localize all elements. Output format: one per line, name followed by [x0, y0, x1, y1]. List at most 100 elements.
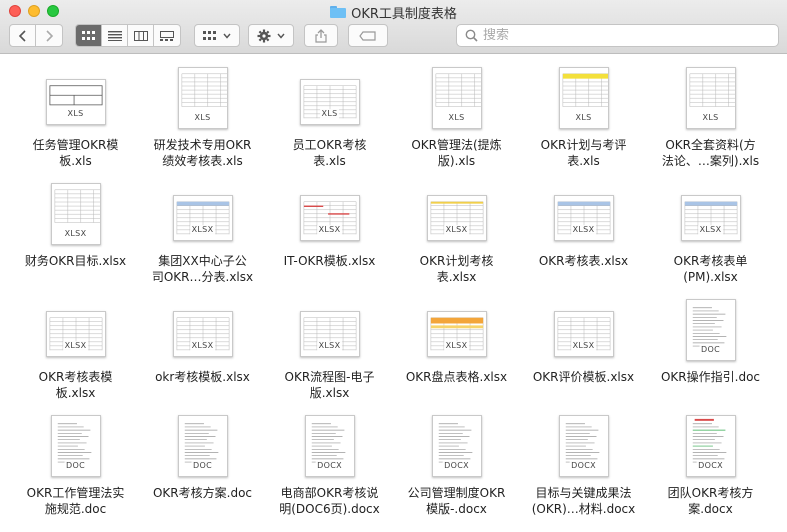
file-thumbnail[interactable]: DOC [679, 297, 743, 361]
file-name-label[interactable]: OKR操作指引.doc [653, 369, 769, 385]
file-type-badge: XLSX [316, 341, 343, 351]
file-name-label[interactable]: 财务OKR目标.xlsx [18, 253, 134, 269]
file-item[interactable]: XLS 任务管理OKR模 板.xls [12, 65, 139, 181]
file-name-label[interactable]: 电商部OKR考核说 明(DOC6页).docx [272, 485, 388, 517]
file-item[interactable]: XLSX OKR评价模板.xlsx [520, 297, 647, 413]
file-thumbnail[interactable]: XLS [679, 65, 743, 129]
file-name-label[interactable]: okr考核模板.xlsx [145, 369, 261, 385]
file-thumbnail[interactable]: XLSX [171, 181, 235, 245]
file-thumbnail[interactable]: XLS [298, 65, 362, 129]
column-view-button[interactable] [128, 25, 154, 46]
back-button[interactable] [10, 25, 36, 46]
file-name-label[interactable]: OKR考核表模 板.xlsx [18, 369, 134, 401]
file-thumbnail[interactable]: XLS [44, 65, 108, 129]
file-thumbnail[interactable]: XLS [171, 65, 235, 129]
document-icon: XLSX [45, 311, 106, 357]
file-type-badge: DOCX [315, 461, 344, 471]
file-item[interactable]: DOC OKR考核方案.doc [139, 413, 266, 529]
document-icon: XLSX [299, 311, 360, 357]
file-name-label[interactable]: OKR考核方案.doc [145, 485, 261, 501]
file-grid: XLS 任务管理OKR模 板.xls XLS 研发技术专用OKR 绩效考核表.xls X… [0, 55, 787, 532]
file-item[interactable]: XLSX okr考核模板.xlsx [139, 297, 266, 413]
file-item[interactable]: DOCX 公司管理制度OKR 模版-.docx [393, 413, 520, 529]
file-type-badge: DOC [191, 461, 214, 471]
search-field[interactable] [456, 24, 779, 47]
file-name-label[interactable]: 员工OKR考核 表.xls [272, 137, 388, 169]
action-button[interactable] [248, 24, 294, 47]
file-name-label[interactable]: OKR计划考核 表.xlsx [399, 253, 515, 285]
file-item[interactable]: XLSX IT-OKR模板.xlsx [266, 181, 393, 297]
file-item[interactable]: DOC OKR操作指引.doc [647, 297, 774, 413]
file-item[interactable]: XLS OKR计划与考评 表.xls [520, 65, 647, 181]
search-input[interactable] [483, 28, 763, 43]
list-icon [107, 30, 122, 41]
file-item[interactable]: XLSX OKR计划考核 表.xlsx [393, 181, 520, 297]
file-item[interactable]: XLSX OKR盘点表格.xlsx [393, 297, 520, 413]
file-item[interactable]: XLS OKR全套资料(方 法论、…案列).xls [647, 65, 774, 181]
file-item[interactable]: XLSX OKR考核表.xlsx [520, 181, 647, 297]
file-name-label[interactable]: OKR管理法(提炼 版).xls [399, 137, 515, 169]
document-icon: XLSX [426, 311, 487, 357]
list-view-button[interactable] [102, 25, 128, 46]
file-thumbnail[interactable]: XLSX [552, 181, 616, 245]
file-item[interactable]: DOCX 电商部OKR考核说 明(DOC6页).docx [266, 413, 393, 529]
file-name-label[interactable]: OKR考核表单 (PM).xlsx [653, 253, 769, 285]
share-button[interactable] [304, 24, 338, 47]
file-type-badge: XLS [573, 113, 594, 123]
file-thumbnail[interactable]: XLSX [298, 297, 362, 361]
file-name-label[interactable]: OKR工作管理法实 施规范.doc [18, 485, 134, 517]
file-thumbnail[interactable]: DOC [44, 413, 108, 477]
file-thumbnail[interactable]: XLS [552, 65, 616, 129]
file-name-label[interactable]: OKR流程图-电子 版.xlsx [272, 369, 388, 401]
file-thumbnail[interactable]: DOCX [298, 413, 362, 477]
file-thumbnail[interactable]: XLS [425, 65, 489, 129]
gallery-view-button[interactable] [154, 25, 180, 46]
file-thumbnail[interactable]: XLSX [425, 297, 489, 361]
file-thumbnail[interactable]: DOCX [552, 413, 616, 477]
forward-button[interactable] [36, 25, 62, 46]
file-thumbnail[interactable]: XLSX [44, 297, 108, 361]
file-thumbnail[interactable]: XLSX [298, 181, 362, 245]
file-thumbnail[interactable]: XLSX [552, 297, 616, 361]
file-item[interactable]: DOCX 目标与关键成果法 (OKR)…材料.docx [520, 413, 647, 529]
file-thumbnail[interactable]: XLSX [425, 181, 489, 245]
tag-icon [359, 30, 376, 41]
file-thumbnail[interactable]: XLSX [44, 181, 108, 245]
file-type-badge: XLS [192, 113, 213, 123]
file-name-label[interactable]: IT-OKR模板.xlsx [272, 253, 388, 269]
file-thumbnail[interactable]: DOCX [679, 413, 743, 477]
file-name-label[interactable]: OKR考核表.xlsx [526, 253, 642, 269]
tags-button[interactable] [348, 24, 388, 47]
file-item[interactable]: DOCX 团队OKR考核方 案.docx [647, 413, 774, 529]
file-name-label[interactable]: 目标与关键成果法 (OKR)…材料.docx [526, 485, 642, 517]
group-by-button[interactable] [194, 24, 240, 47]
finder-window: OKR工具制度表格 搜索 XLS 任务管理OKR模 板.xls XLS 研发技术… [0, 0, 787, 532]
file-name-label[interactable]: OKR全套资料(方 法论、…案列).xls [653, 137, 769, 169]
file-name-label[interactable]: OKR评价模板.xlsx [526, 369, 642, 385]
file-item[interactable]: XLS OKR管理法(提炼 版).xls [393, 65, 520, 181]
file-name-label[interactable]: OKR盘点表格.xlsx [399, 369, 515, 385]
file-item[interactable]: XLSX OKR考核表单 (PM).xlsx [647, 181, 774, 297]
file-name-label[interactable]: OKR计划与考评 表.xls [526, 137, 642, 169]
file-item[interactable]: XLSX OKR流程图-电子 版.xlsx [266, 297, 393, 413]
file-type-badge: XLSX [189, 225, 216, 235]
file-type-badge: XLSX [189, 341, 216, 351]
file-name-label[interactable]: 公司管理制度OKR 模版-.docx [399, 485, 515, 517]
file-thumbnail[interactable]: XLSX [679, 181, 743, 245]
file-item[interactable]: XLSX OKR考核表模 板.xlsx [12, 297, 139, 413]
icon-view-button[interactable] [76, 25, 102, 46]
file-item[interactable]: XLS 员工OKR考核 表.xls [266, 65, 393, 181]
file-name-label[interactable]: 集团XX中心子公 司OKR…分表.xlsx [145, 253, 261, 285]
file-thumbnail[interactable]: DOCX [425, 413, 489, 477]
folder-icon [330, 6, 347, 18]
file-name-label[interactable]: 任务管理OKR模 板.xls [18, 137, 134, 169]
file-item[interactable]: DOC OKR工作管理法实 施规范.doc [12, 413, 139, 529]
file-thumbnail[interactable]: XLSX [171, 297, 235, 361]
file-item[interactable]: XLSX 财务OKR目标.xlsx [12, 181, 139, 297]
file-item[interactable]: XLS 研发技术专用OKR 绩效考核表.xls [139, 65, 266, 181]
file-name-label[interactable]: 团队OKR考核方 案.docx [653, 485, 769, 517]
file-item[interactable]: XLSX 集团XX中心子公 司OKR…分表.xlsx [139, 181, 266, 297]
file-thumbnail[interactable]: DOC [171, 413, 235, 477]
document-icon: XLS [431, 67, 482, 129]
file-name-label[interactable]: 研发技术专用OKR 绩效考核表.xls [145, 137, 261, 169]
